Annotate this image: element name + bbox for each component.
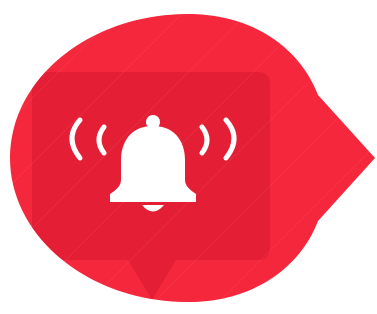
notification-bell-pin-icon (10, 14, 375, 302)
icon-canvas (0, 0, 377, 314)
